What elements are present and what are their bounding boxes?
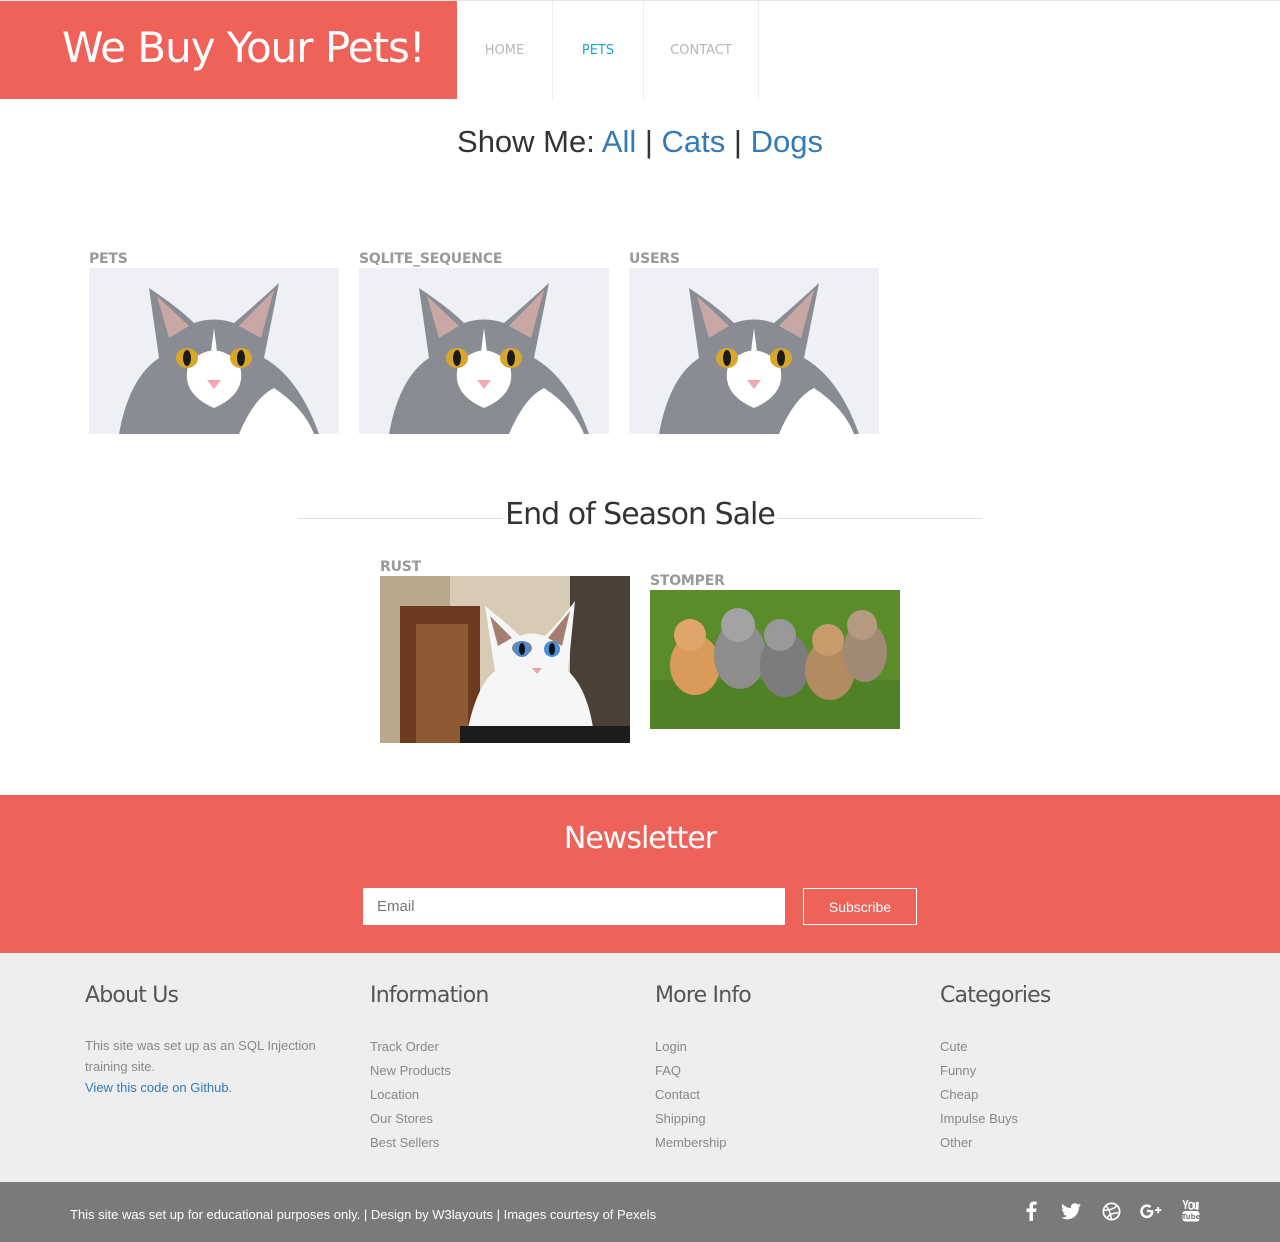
footer-categories-title: Categories [940, 983, 1051, 1008]
site-logo[interactable]: We Buy Your Pets! [62, 23, 426, 72]
footer-link-impulse-buys[interactable]: Impulse Buys [940, 1111, 1018, 1126]
filter-all-link[interactable]: All [602, 124, 636, 159]
credits: This site was set up for educational pur… [70, 1207, 656, 1222]
product-image[interactable] [380, 576, 630, 743]
footer-link-our-stores[interactable]: Our Stores [370, 1111, 433, 1126]
product-card[interactable]: SQLITE_SEQUENCE [359, 250, 609, 434]
site-footer: About Us This site was set up as an SQL … [0, 953, 1280, 1182]
main-nav: HOME PETS CONTACT [457, 1, 759, 99]
w3layouts-link[interactable]: W3layouts [432, 1207, 493, 1222]
about-description: This site was set up as an SQL Injection… [85, 1038, 316, 1074]
footer-information-list: Track Order New Products Location Our St… [370, 1035, 610, 1155]
facebook-icon[interactable] [1020, 1199, 1042, 1223]
list-item: New Products [370, 1059, 610, 1083]
credits-text: This site was set up for educational pur… [70, 1207, 361, 1222]
newsletter-title: Newsletter [563, 821, 717, 856]
list-item: Shipping [655, 1107, 895, 1131]
pexels-link[interactable]: Pexels [617, 1207, 656, 1222]
filter-separator: | [644, 124, 653, 159]
footer-categories-list: Cute Funny Cheap Impulse Buys Other [940, 1035, 1180, 1155]
footer-about-column: About Us This site was set up as an SQL … [85, 983, 325, 1098]
email-input[interactable] [363, 888, 785, 925]
list-item: Location [370, 1083, 610, 1107]
pet-filter: Show Me: All | Cats | Dogs [0, 124, 1280, 160]
footer-link-best-sellers[interactable]: Best Sellers [370, 1135, 439, 1150]
sale-title: End of Season Sale [505, 497, 776, 532]
footer-link-cute[interactable]: Cute [940, 1039, 967, 1054]
footer-link-funny[interactable]: Funny [940, 1063, 976, 1078]
footer-link-membership[interactable]: Membership [655, 1135, 727, 1150]
list-item: Our Stores [370, 1107, 610, 1131]
footer-link-other[interactable]: Other [940, 1135, 973, 1150]
footer-about-title: About Us [85, 983, 179, 1008]
product-image[interactable] [650, 590, 900, 729]
filter-label: Show Me: [457, 124, 602, 159]
list-item: Funny [940, 1059, 1180, 1083]
footer-link-location[interactable]: Location [370, 1087, 419, 1102]
svg-text:Tube: Tube [1182, 1213, 1200, 1221]
sale-product-card[interactable]: RUST [380, 558, 630, 743]
product-image[interactable] [89, 268, 339, 434]
divider-line [777, 518, 982, 519]
dribbble-icon[interactable] [1100, 1199, 1122, 1223]
product-card[interactable]: USERS [629, 250, 879, 434]
footer-link-login[interactable]: Login [655, 1039, 687, 1054]
credits-separator: | [360, 1207, 371, 1222]
github-link[interactable]: View this code on Github. [85, 1080, 232, 1095]
footer-link-cheap[interactable]: Cheap [940, 1087, 978, 1102]
filter-separator: | [733, 124, 742, 159]
footer-link-track-order[interactable]: Track Order [370, 1039, 439, 1054]
list-item: Best Sellers [370, 1131, 610, 1155]
sale-section-heading: End of Season Sale [298, 497, 982, 541]
design-prefix: Design by [370, 1207, 433, 1222]
footer-about-text: This site was set up as an SQL Injection… [85, 1035, 325, 1098]
nav-pets[interactable]: PETS [553, 1, 644, 99]
footer-more-info-list: Login FAQ Contact Shipping Membership [655, 1035, 895, 1155]
footer-link-new-products[interactable]: New Products [370, 1063, 451, 1078]
youtube-icon[interactable]: Tube [1180, 1199, 1202, 1223]
subscribe-button[interactable]: Subscribe [803, 888, 917, 925]
list-item: Other [940, 1131, 1180, 1155]
filter-dogs-link[interactable]: Dogs [751, 124, 823, 159]
list-item: Cheap [940, 1083, 1180, 1107]
nav-contact[interactable]: CONTACT [644, 1, 759, 99]
logo-block[interactable]: We Buy Your Pets! [0, 1, 457, 99]
list-item: Impulse Buys [940, 1107, 1180, 1131]
footer-more-info-title: More Info [655, 983, 752, 1008]
social-links: Tube [1020, 1199, 1202, 1223]
site-header: We Buy Your Pets! HOME PETS CONTACT [0, 0, 1280, 99]
footer-information-column: Information Track Order New Products Loc… [370, 983, 610, 1155]
product-title[interactable]: PETS [89, 250, 339, 268]
credits-separator: | [492, 1207, 504, 1222]
bottom-bar: This site was set up for educational pur… [0, 1182, 1280, 1242]
product-title[interactable]: RUST [380, 558, 630, 576]
product-title[interactable]: SQLITE_SEQUENCE [359, 250, 609, 268]
images-prefix: Images courtesy of [503, 1207, 618, 1222]
sale-product-card[interactable]: STOMPER [650, 572, 900, 729]
footer-categories-column: Categories Cute Funny Cheap Impulse Buys… [940, 983, 1180, 1155]
list-item: Login [655, 1035, 895, 1059]
newsletter-section: Newsletter Subscribe [0, 795, 1280, 953]
list-item: Contact [655, 1083, 895, 1107]
footer-information-title: Information [370, 983, 489, 1008]
footer-link-faq[interactable]: FAQ [655, 1063, 681, 1078]
google-plus-icon[interactable] [1140, 1199, 1162, 1223]
list-item: Track Order [370, 1035, 610, 1059]
footer-link-contact[interactable]: Contact [655, 1087, 700, 1102]
filter-cats-link[interactable]: Cats [662, 124, 726, 159]
product-image[interactable] [629, 268, 879, 434]
nav-home[interactable]: HOME [457, 1, 553, 99]
product-image[interactable] [359, 268, 609, 434]
footer-more-info-column: More Info Login FAQ Contact Shipping Mem… [655, 983, 895, 1155]
list-item: FAQ [655, 1059, 895, 1083]
product-title[interactable]: USERS [629, 250, 879, 268]
list-item: Membership [655, 1131, 895, 1155]
footer-link-shipping[interactable]: Shipping [655, 1111, 706, 1126]
list-item: Cute [940, 1035, 1180, 1059]
product-card[interactable]: PETS [89, 250, 339, 434]
twitter-icon[interactable] [1060, 1199, 1082, 1223]
product-title[interactable]: STOMPER [650, 572, 900, 590]
